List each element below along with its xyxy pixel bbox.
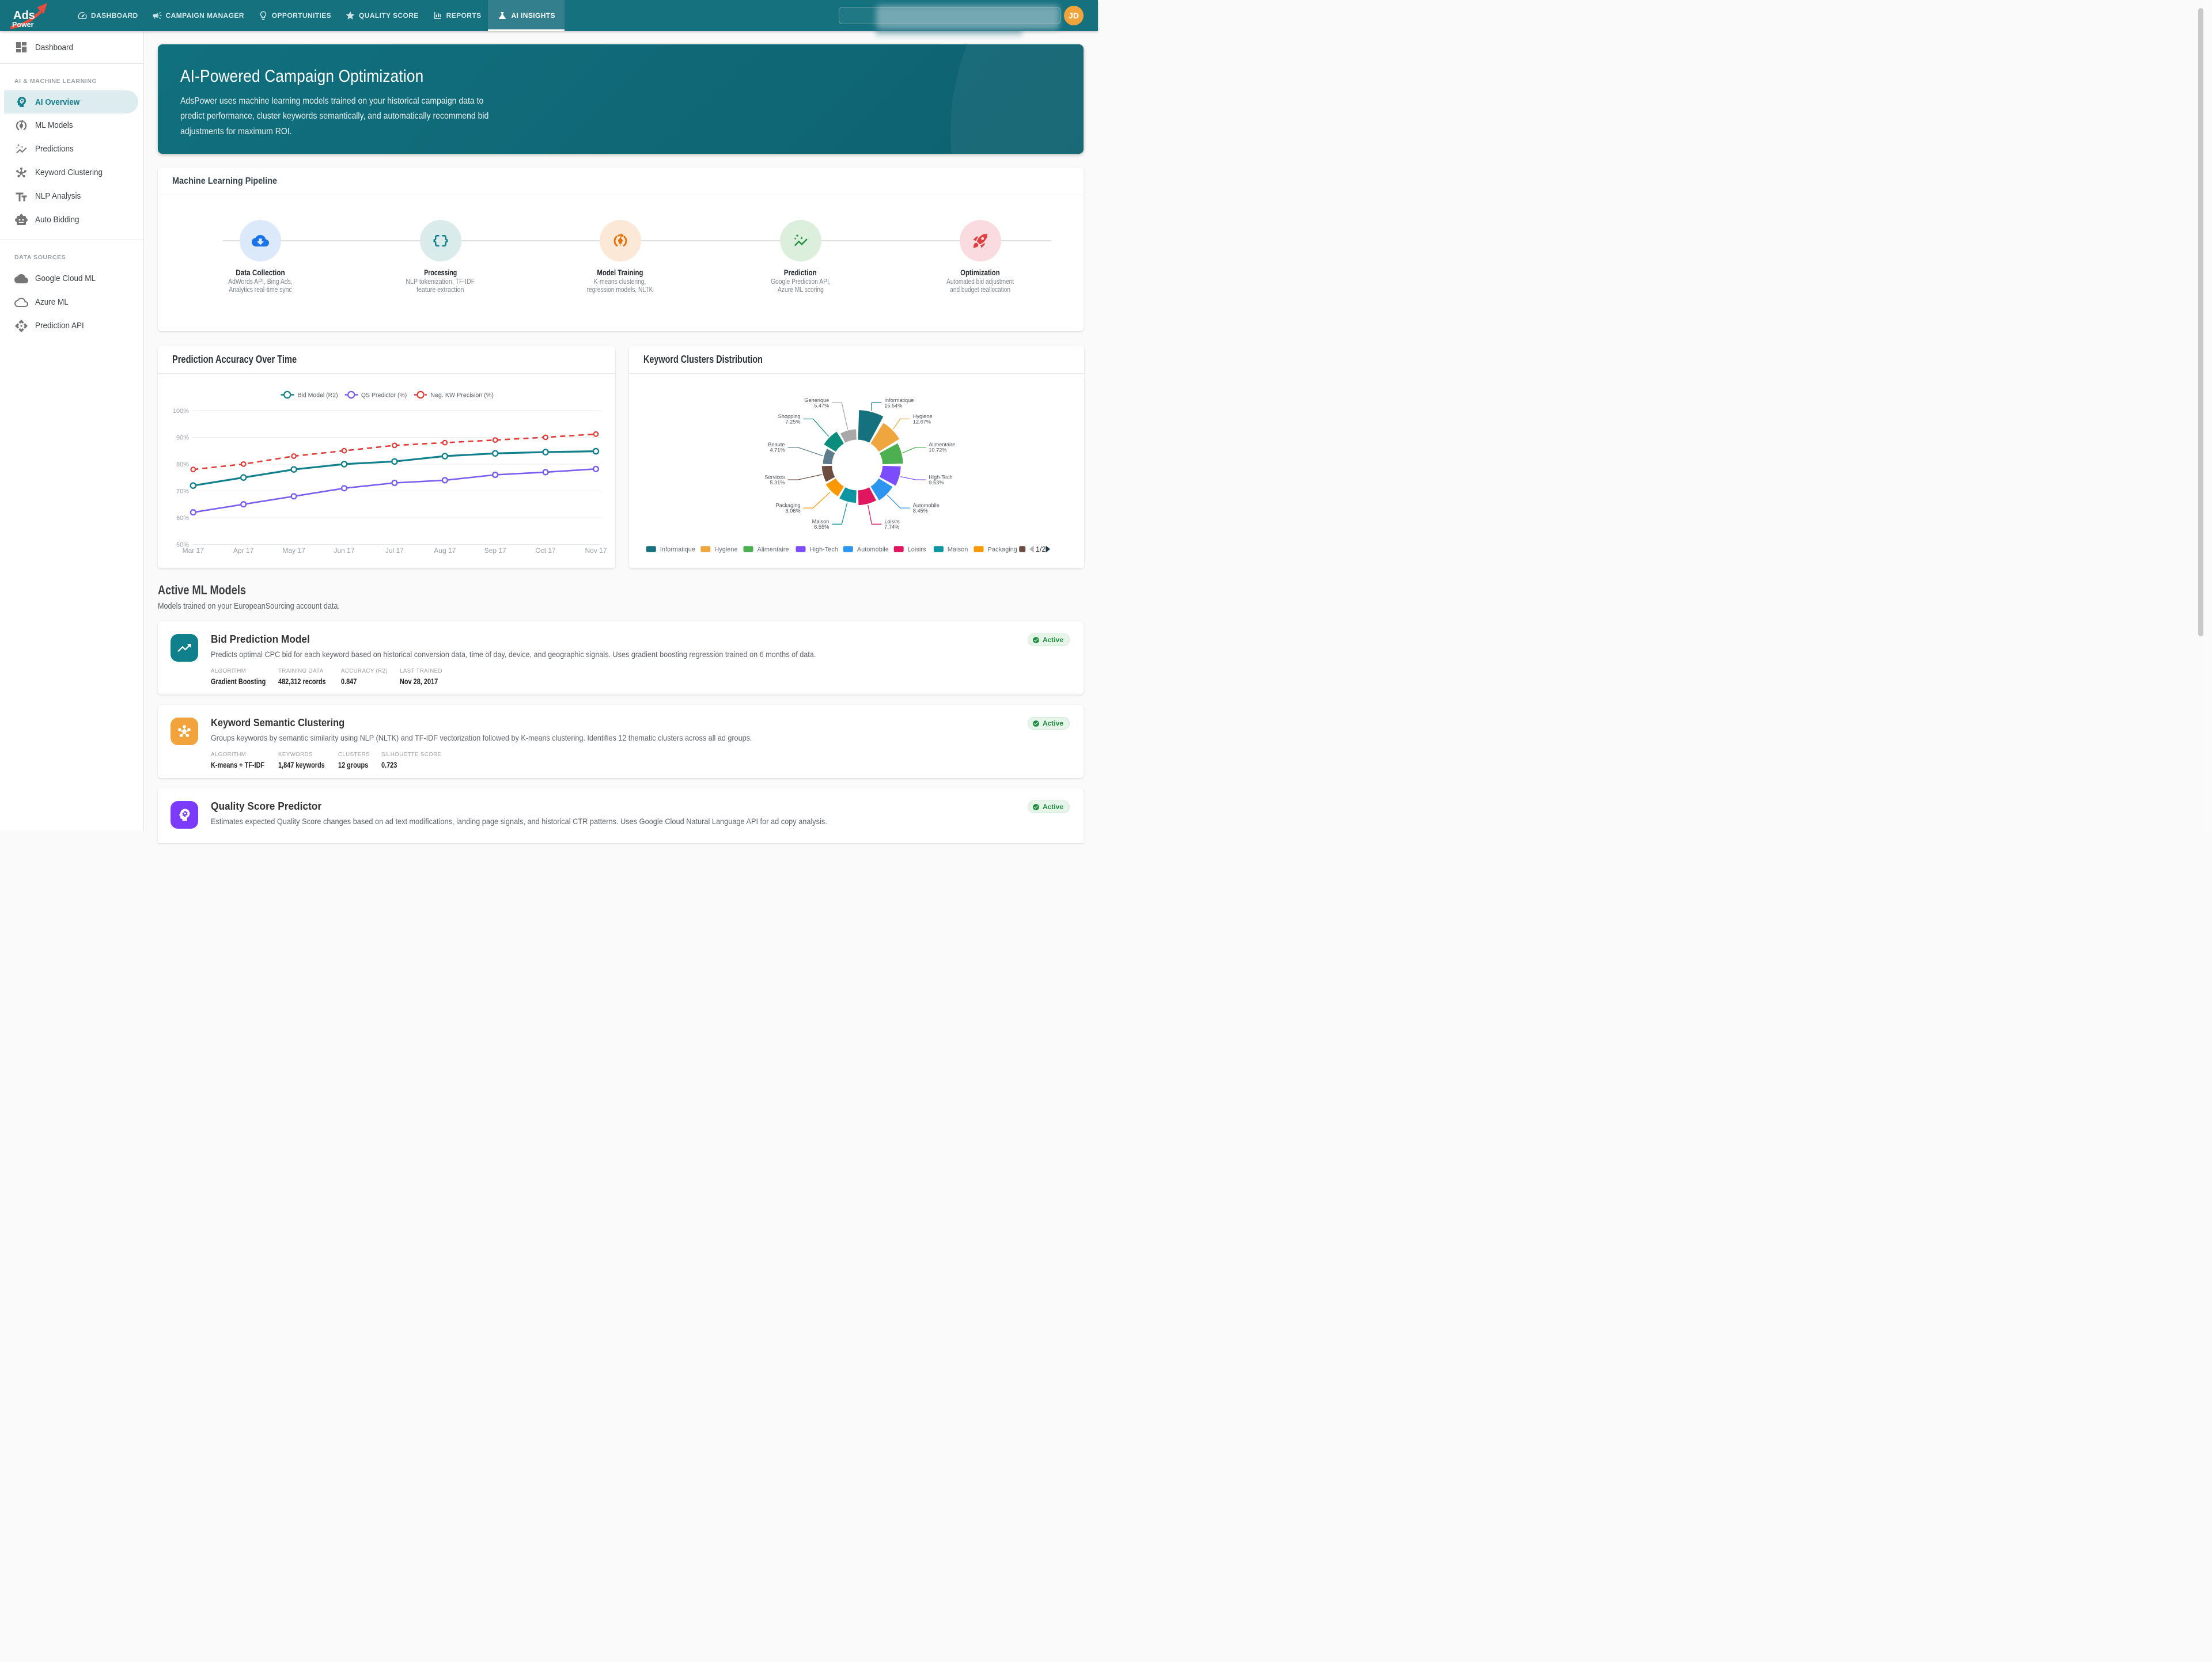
- svg-text:Maison: Maison: [947, 546, 967, 553]
- svg-text:Aug 17: Aug 17: [434, 547, 456, 555]
- svg-text:Automobile: Automobile: [912, 503, 939, 509]
- svg-text:100%: 100%: [173, 408, 189, 415]
- svg-text:Apr 17: Apr 17: [233, 547, 254, 555]
- svg-text:Nov 17: Nov 17: [585, 547, 607, 555]
- svg-text:60%: 60%: [176, 515, 189, 522]
- svg-text:12.67%: 12.67%: [912, 419, 930, 425]
- svg-text:Neg. KW Precision (%): Neg. KW Precision (%): [430, 392, 494, 399]
- svg-text:80%: 80%: [176, 461, 189, 468]
- svg-text:5.31%: 5.31%: [770, 480, 785, 485]
- svg-text:Automobile: Automobile: [857, 546, 888, 553]
- svg-text:Informatique: Informatique: [660, 546, 695, 553]
- svg-text:Packaging: Packaging: [775, 503, 800, 509]
- svg-text:10.72%: 10.72%: [929, 447, 946, 453]
- svg-text:90%: 90%: [176, 434, 189, 441]
- svg-text:Sep 17: Sep 17: [484, 547, 506, 555]
- svg-text:Bid Model (R2): Bid Model (R2): [298, 392, 338, 399]
- svg-text:May 17: May 17: [282, 547, 305, 555]
- svg-text:Hygiene: Hygiene: [912, 413, 932, 419]
- svg-text:Jun 17: Jun 17: [334, 547, 354, 555]
- svg-text:Loisirs: Loisirs: [884, 519, 900, 525]
- svg-text:1/2: 1/2: [1036, 545, 1046, 553]
- svg-text:Packaging: Packaging: [987, 546, 1017, 553]
- svg-text:Hygiene: Hygiene: [714, 546, 737, 553]
- svg-text:5.47%: 5.47%: [814, 403, 829, 408]
- svg-text:Ads: Ads: [13, 9, 35, 22]
- svg-text:Oct 17: Oct 17: [535, 547, 556, 555]
- svg-text:8.45%: 8.45%: [912, 508, 927, 514]
- svg-text:Maison: Maison: [812, 519, 829, 525]
- svg-text:Loisirs: Loisirs: [907, 546, 926, 553]
- svg-text:9.53%: 9.53%: [929, 480, 944, 485]
- svg-text:Mar 17: Mar 17: [183, 547, 204, 555]
- svg-text:Generique: Generique: [804, 397, 829, 403]
- svg-text:Beaute: Beaute: [768, 442, 785, 447]
- svg-text:6.06%: 6.06%: [785, 508, 800, 514]
- svg-text:Services: Services: [764, 475, 785, 480]
- svg-text:High-Tech: High-Tech: [929, 475, 952, 480]
- svg-text:7.25%: 7.25%: [785, 419, 800, 425]
- svg-text:Jul 17: Jul 17: [385, 547, 404, 555]
- svg-text:Alimentaire: Alimentaire: [757, 546, 789, 553]
- svg-text:6.55%: 6.55%: [814, 524, 829, 530]
- svg-text:70%: 70%: [176, 488, 189, 495]
- svg-text:QS Predictor (%): QS Predictor (%): [361, 392, 407, 399]
- svg-text:Alimentaire: Alimentaire: [929, 442, 955, 447]
- svg-text:15.54%: 15.54%: [884, 403, 902, 408]
- svg-text:Power: Power: [12, 21, 34, 29]
- svg-text:7.74%: 7.74%: [884, 524, 899, 530]
- svg-text:Shopping: Shopping: [778, 413, 800, 419]
- svg-text:High-Tech: High-Tech: [809, 546, 838, 553]
- svg-text:Informatique: Informatique: [884, 397, 914, 403]
- svg-text:4.71%: 4.71%: [770, 447, 785, 453]
